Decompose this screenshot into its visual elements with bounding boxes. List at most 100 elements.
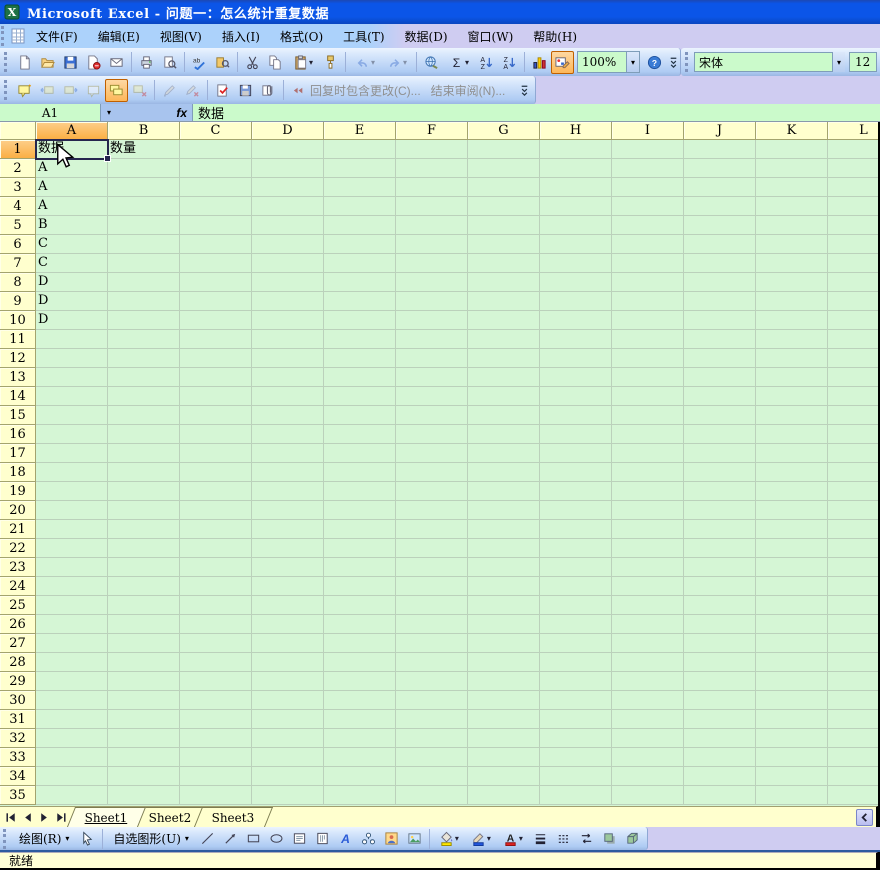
row-header-33[interactable]: 33 [0, 748, 36, 767]
cell-I23[interactable] [612, 558, 684, 577]
cell-L10[interactable] [828, 311, 880, 330]
previous-comment-button[interactable] [36, 79, 59, 102]
cell-H34[interactable] [540, 767, 612, 786]
cell-A15[interactable] [36, 406, 108, 425]
cell-B24[interactable] [108, 577, 180, 596]
print-preview-button[interactable] [158, 51, 181, 74]
cell-J27[interactable] [684, 634, 756, 653]
cell-L23[interactable] [828, 558, 880, 577]
cell-I3[interactable] [612, 178, 684, 197]
email-button[interactable] [105, 51, 128, 74]
cell-C33[interactable] [180, 748, 252, 767]
cell-A32[interactable] [36, 729, 108, 748]
cell-A20[interactable] [36, 501, 108, 520]
show-all-comments-button[interactable] [105, 79, 128, 102]
cell-I18[interactable] [612, 463, 684, 482]
cell-I6[interactable] [612, 235, 684, 254]
cell-B25[interactable] [108, 596, 180, 615]
menu-item-w[interactable]: 窗口(W) [458, 25, 524, 48]
cell-L28[interactable] [828, 653, 880, 672]
cell-I12[interactable] [612, 349, 684, 368]
cell-E11[interactable] [324, 330, 396, 349]
redo-button[interactable]: ▾ [381, 51, 413, 74]
cell-J8[interactable] [684, 273, 756, 292]
cell-B1[interactable]: 数量 [108, 140, 180, 159]
cell-B12[interactable] [108, 349, 180, 368]
cell-L4[interactable] [828, 197, 880, 216]
cell-C8[interactable] [180, 273, 252, 292]
cell-J23[interactable] [684, 558, 756, 577]
cell-B20[interactable] [108, 501, 180, 520]
cell-H20[interactable] [540, 501, 612, 520]
insert-function-button[interactable]: fx [176, 106, 187, 120]
cell-C28[interactable] [180, 653, 252, 672]
cell-E21[interactable] [324, 520, 396, 539]
insert-comment-button[interactable] [13, 79, 36, 102]
cell-G23[interactable] [468, 558, 540, 577]
cell-H9[interactable] [540, 292, 612, 311]
cell-I8[interactable] [612, 273, 684, 292]
delete-markup-button[interactable] [181, 79, 204, 102]
cell-L34[interactable] [828, 767, 880, 786]
cell-G4[interactable] [468, 197, 540, 216]
cell-F24[interactable] [396, 577, 468, 596]
cell-G8[interactable] [468, 273, 540, 292]
row-header-26[interactable]: 26 [0, 615, 36, 634]
cell-B2[interactable] [108, 159, 180, 178]
cell-L25[interactable] [828, 596, 880, 615]
cell-H26[interactable] [540, 615, 612, 634]
cell-A9[interactable]: D [36, 292, 108, 311]
cell-G31[interactable] [468, 710, 540, 729]
cell-F31[interactable] [396, 710, 468, 729]
cell-K14[interactable] [756, 387, 828, 406]
cell-E29[interactable] [324, 672, 396, 691]
cell-A30[interactable] [36, 691, 108, 710]
cell-D35[interactable] [252, 786, 324, 805]
column-header-I[interactable]: I [612, 122, 684, 140]
drawing-button[interactable] [551, 51, 574, 74]
cell-H7[interactable] [540, 254, 612, 273]
cell-E16[interactable] [324, 425, 396, 444]
delete-comment-button[interactable] [128, 79, 151, 102]
cell-D12[interactable] [252, 349, 324, 368]
cell-A29[interactable] [36, 672, 108, 691]
cell-D18[interactable] [252, 463, 324, 482]
row-header-2[interactable]: 2 [0, 159, 36, 178]
cell-D30[interactable] [252, 691, 324, 710]
cell-C12[interactable] [180, 349, 252, 368]
cell-H27[interactable] [540, 634, 612, 653]
cell-G2[interactable] [468, 159, 540, 178]
cell-K23[interactable] [756, 558, 828, 577]
cell-A31[interactable] [36, 710, 108, 729]
cell-K21[interactable] [756, 520, 828, 539]
row-header-6[interactable]: 6 [0, 235, 36, 254]
cell-B16[interactable] [108, 425, 180, 444]
cell-A28[interactable] [36, 653, 108, 672]
cell-L17[interactable] [828, 444, 880, 463]
cell-E23[interactable] [324, 558, 396, 577]
rectangle-button[interactable] [242, 827, 265, 850]
cell-H15[interactable] [540, 406, 612, 425]
cell-H6[interactable] [540, 235, 612, 254]
cell-A8[interactable]: D [36, 273, 108, 292]
cell-F5[interactable] [396, 216, 468, 235]
cell-G10[interactable] [468, 311, 540, 330]
cell-H18[interactable] [540, 463, 612, 482]
cell-D14[interactable] [252, 387, 324, 406]
cell-H5[interactable] [540, 216, 612, 235]
zoom-combo[interactable]: 100%▾ [577, 51, 640, 73]
row-header-12[interactable]: 12 [0, 349, 36, 368]
cell-E30[interactable] [324, 691, 396, 710]
cell-G11[interactable] [468, 330, 540, 349]
cell-C10[interactable] [180, 311, 252, 330]
cell-H2[interactable] [540, 159, 612, 178]
row-header-5[interactable]: 5 [0, 216, 36, 235]
cell-F30[interactable] [396, 691, 468, 710]
column-header-B[interactable]: B [108, 122, 180, 140]
insert-diagram-button[interactable] [357, 827, 380, 850]
toolbar-options-button[interactable] [517, 78, 532, 102]
select-all-corner[interactable] [0, 122, 36, 140]
cell-I14[interactable] [612, 387, 684, 406]
copy-button[interactable] [264, 51, 287, 74]
cell-B18[interactable] [108, 463, 180, 482]
